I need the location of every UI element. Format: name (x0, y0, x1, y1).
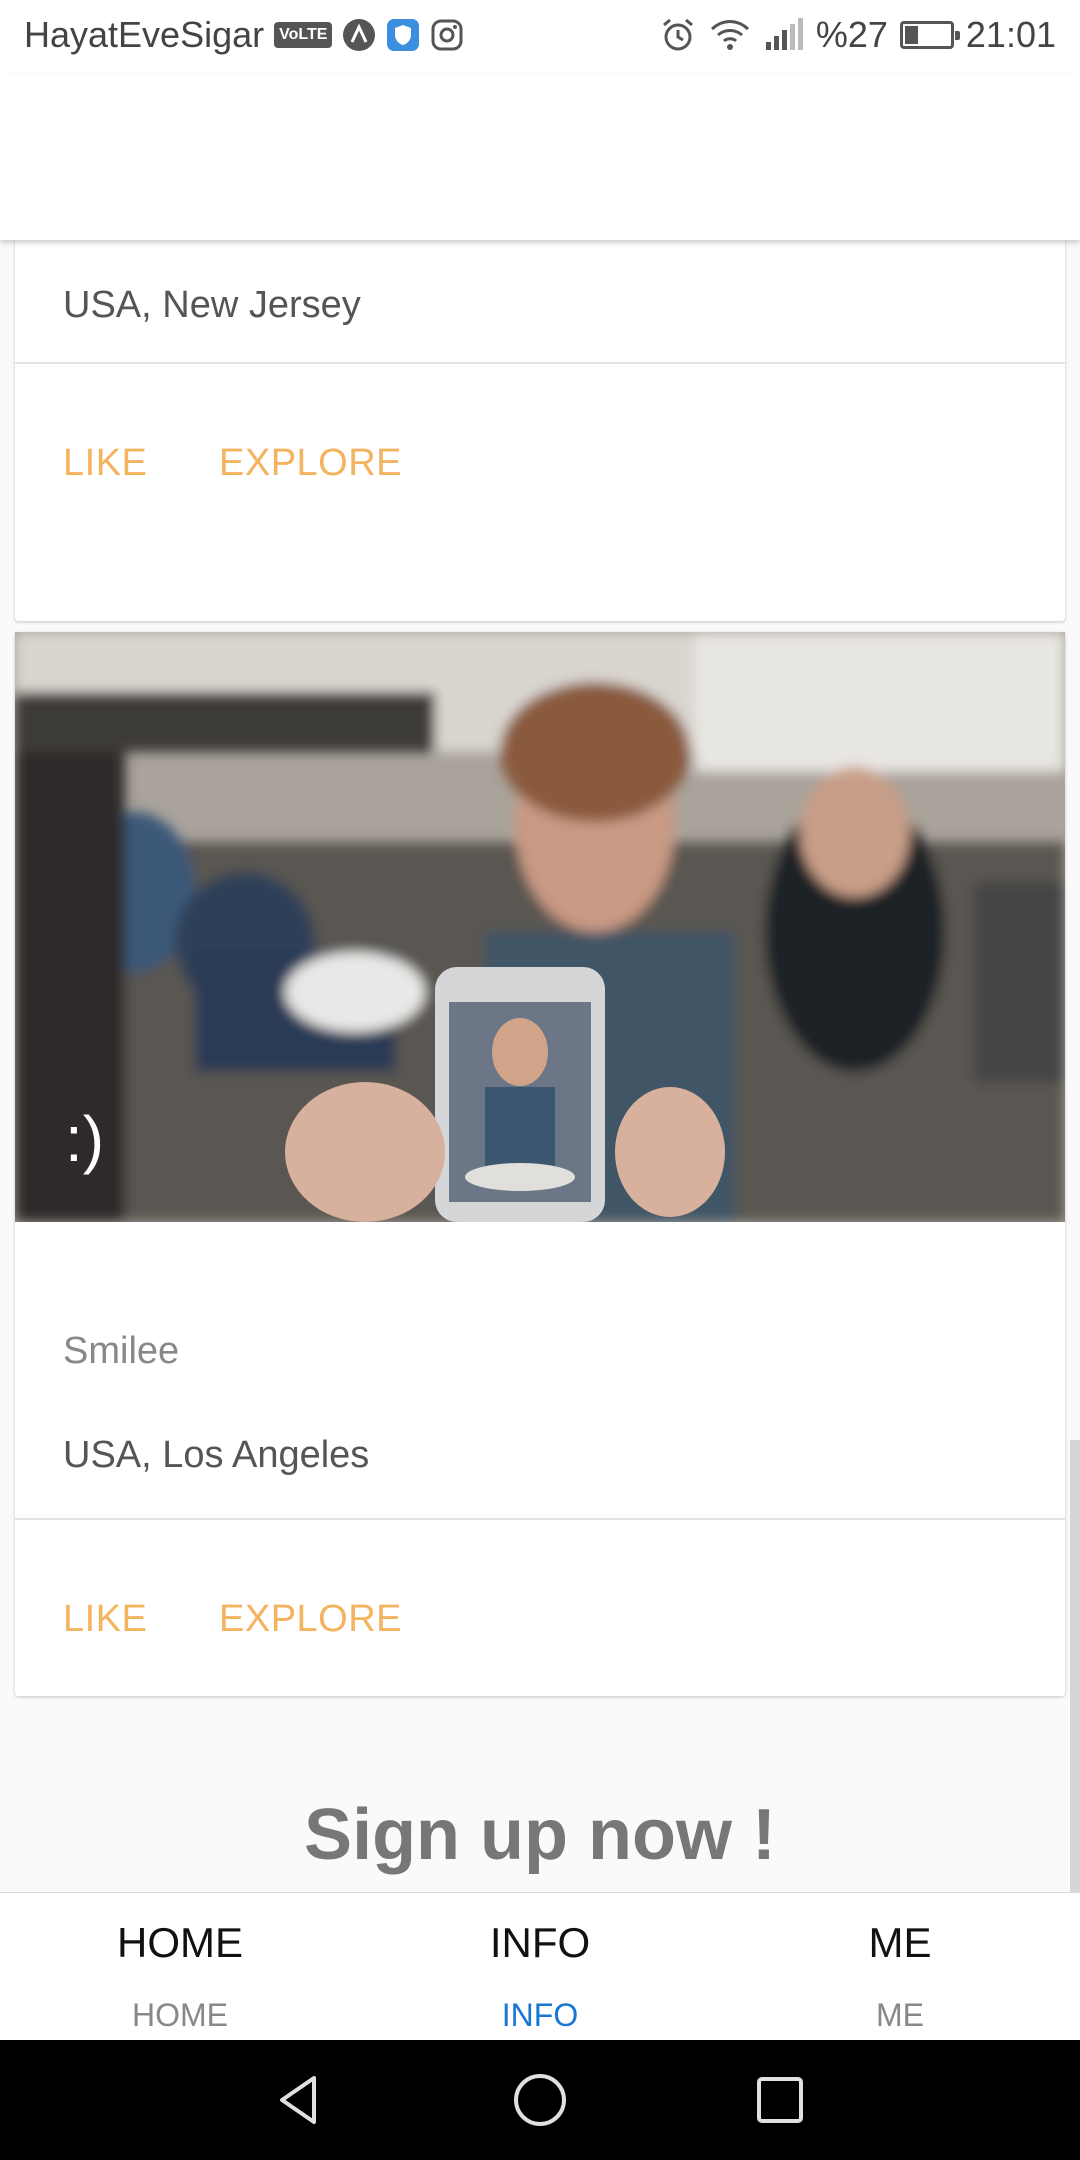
app-header (0, 74, 1080, 240)
signal-icon (764, 18, 804, 52)
location-card: USA, New Jersey LIKE EXPLORE (15, 240, 1065, 621)
photo-overlay-text: :) (65, 1103, 105, 1175)
signup-heading[interactable]: Sign up now ! (0, 1794, 1080, 1876)
alarm-icon (660, 17, 696, 53)
like-button[interactable]: LIKE (63, 1598, 147, 1641)
tab-home[interactable]: HOME HOME (0, 1893, 360, 2040)
tab-me-sublabel: ME (876, 1997, 924, 2033)
explore-button[interactable]: EXPLORE (219, 442, 402, 485)
card-name: Smilee (63, 1330, 180, 1372)
volte-icon: VoLTE (274, 22, 333, 48)
like-button[interactable]: LIKE (63, 442, 147, 485)
clock: 21:01 (965, 14, 1056, 55)
battery-icon (899, 21, 960, 49)
recents-square-icon[interactable] (750, 2070, 810, 2130)
tab-me-label: ME (868, 1919, 932, 1966)
shield-icon (386, 18, 420, 52)
content-scroll-area[interactable]: USA, New Jersey LIKE EXPLORE:) Smilee U… (0, 240, 1080, 1892)
tab-home-sublabel: HOME (132, 1997, 228, 2033)
back-icon[interactable] (270, 2070, 330, 2130)
carrier-name: HayatEveSigar (24, 14, 265, 55)
card-location: USA, Los Angeles (63, 1434, 370, 1476)
wifi-icon (708, 17, 752, 53)
system-nav-bar (0, 2040, 1080, 2160)
instagram-icon (430, 18, 464, 52)
tab-info-label: INFO (489, 1919, 591, 1966)
scrollbar[interactable] (1070, 1440, 1080, 1892)
bottom-tab-bar: HOME HOME INFO INFO ME ME (0, 1892, 1080, 2040)
home-circle-icon[interactable] (510, 2070, 570, 2130)
tab-home-label: HOME (117, 1919, 243, 1966)
explore-button[interactable]: EXPLORE (219, 1598, 402, 1641)
tab-info[interactable]: INFO INFO (360, 1893, 720, 2040)
app-a-icon (342, 18, 376, 52)
restaurant-selfie-image (15, 632, 1065, 1222)
tab-info-sublabel: INFO (501, 1997, 579, 2033)
card-location: USA, New Jersey (63, 284, 361, 326)
location-card: :) Smilee USA, Los Angeles LIKE EXPLORE (15, 632, 1065, 1696)
card-divider (15, 1518, 1065, 1520)
status-bar: HayatEveSigar VoLTE %27 21:01 (0, 0, 1080, 74)
card-photo: :) (15, 632, 1065, 1222)
card-divider (15, 362, 1065, 364)
battery-percent: %27 (815, 14, 888, 55)
tab-me[interactable]: ME ME (720, 1893, 1080, 2040)
